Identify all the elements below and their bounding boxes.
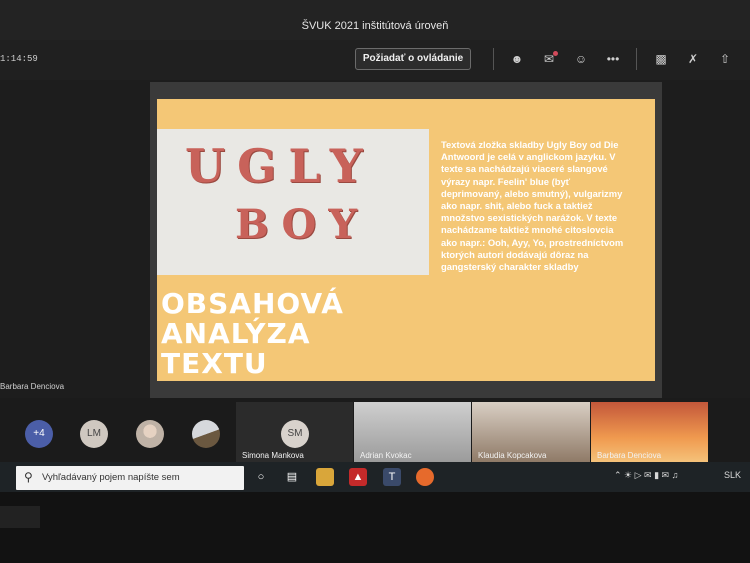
toolbar-divider <box>636 48 637 70</box>
request-control-button[interactable]: Požiadať o ovládanie <box>355 48 471 70</box>
participant-tile[interactable]: Adrian Kvokac <box>354 402 471 462</box>
camera-off-icon[interactable]: ▩ <box>652 51 670 67</box>
file-explorer-icon[interactable] <box>316 468 334 486</box>
share-icon[interactable]: ⇧ <box>716 51 734 67</box>
mic-off-icon[interactable]: ✗ <box>684 51 702 67</box>
task-view-icon[interactable]: ▤ <box>283 468 301 486</box>
overflow-participants-button[interactable]: +4 <box>25 420 53 448</box>
avatar[interactable]: LM <box>80 420 108 448</box>
avatar: SM <box>281 420 309 448</box>
participant-name: Klaudia Kopcakova <box>478 451 547 460</box>
system-tray[interactable]: ⌃ ☀ ▷ ✉ ▮ ✉ ♫ <box>614 470 678 481</box>
participant-name: Adrian Kvokac <box>360 451 412 460</box>
search-input[interactable]: Vyhľadávaný pojem napíšte sem <box>42 472 180 483</box>
ugly-boy-image: UGLY BOY <box>157 129 429 275</box>
participant-tile[interactable]: SM Simona Mankova <box>236 402 353 462</box>
presenter-name: Barbara Denciova <box>0 382 65 391</box>
participants-icon[interactable]: ☻ <box>508 51 526 67</box>
avatar[interactable] <box>136 420 164 448</box>
monitor-bezel <box>0 492 750 563</box>
more-icon[interactable]: ••• <box>604 51 622 67</box>
acrobat-icon[interactable]: ▲ <box>349 468 367 486</box>
toolbar-divider <box>493 48 494 70</box>
meeting-toolbar: 1:14:59 Požiadať o ovládanie ☻ ✉ ☺ ••• ▩… <box>0 40 750 80</box>
participant-name: Simona Mankova <box>242 451 304 460</box>
participant-tile[interactable]: Barbara Denciova <box>591 402 708 462</box>
meeting-title: ŠVUK 2021 inštitútová úroveň <box>301 20 449 32</box>
image-word-ugly: UGLY <box>185 139 375 193</box>
slide-heading-line3: TEXTU <box>161 347 268 380</box>
participant-tile[interactable]: Klaudia Kopcakova <box>472 402 590 462</box>
image-word-boy: BOY <box>235 201 369 248</box>
slide-heading-line1: OBSAHOVÁ <box>161 287 344 320</box>
slide-heading-line2: ANALÝZA <box>161 317 311 350</box>
slide-description: Textová zložka skladby Ugly Boy od Die A… <box>441 139 624 273</box>
language-indicator[interactable]: SLK <box>724 470 741 480</box>
teams-icon[interactable]: T <box>383 468 401 486</box>
title-bar: ŠVUK 2021 inštitútová úroveň <box>0 0 750 40</box>
search-icon: ⚲ <box>24 470 33 484</box>
firefox-icon[interactable] <box>416 468 434 486</box>
chat-icon[interactable]: ✉ <box>540 51 558 67</box>
reactions-icon[interactable]: ☺ <box>572 51 590 67</box>
presentation-slide: UGLY BOY Textová zložka skladby Ugly Boy… <box>157 99 655 381</box>
meeting-timer: 1:14:59 <box>0 54 38 64</box>
participant-name: Barbara Denciova <box>597 451 662 460</box>
cortana-icon[interactable]: ○ <box>252 468 270 486</box>
taskbar-search[interactable]: ⚲ Vyhľadávaný pojem napíšte sem <box>16 466 244 490</box>
avatar[interactable] <box>192 420 220 448</box>
windows-taskbar: ⚲ Vyhľadávaný pojem napíšte sem ○ ▤ ▲ T … <box>0 462 750 492</box>
bezel-label <box>0 506 40 528</box>
